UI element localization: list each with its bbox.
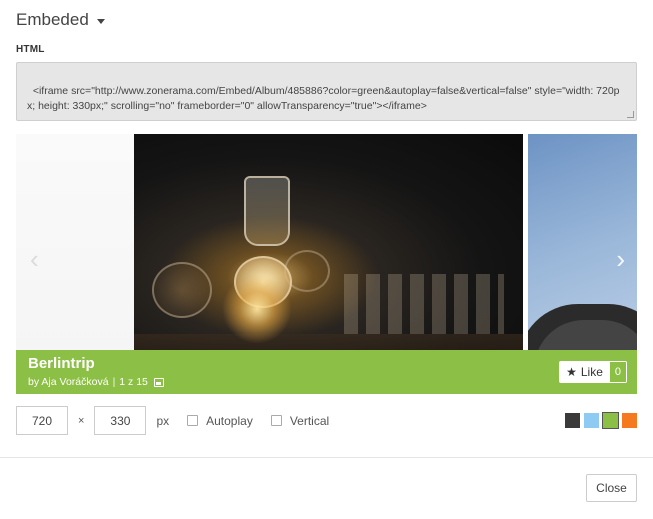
like-count: 0 <box>608 361 627 383</box>
color-swatch-dark[interactable] <box>565 413 580 428</box>
embed-options: × px Autoplay Vertical <box>16 406 637 435</box>
width-input[interactable] <box>16 406 68 435</box>
times-sign: × <box>78 414 85 427</box>
photo-counter: 1 z 15 <box>119 376 148 388</box>
embed-type-title: Embeded <box>16 10 89 29</box>
album-author[interactable]: by Aja Voráčková <box>28 376 109 388</box>
height-input[interactable] <box>94 406 147 435</box>
autoplay-checkbox[interactable]: Autoplay <box>187 414 253 428</box>
color-swatches <box>565 412 637 429</box>
chevron-right-icon[interactable]: › <box>616 246 625 272</box>
color-swatch-blue[interactable] <box>584 413 599 428</box>
vertical-label: Vertical <box>289 413 330 428</box>
resize-handle-icon[interactable] <box>627 111 634 118</box>
photos-icon <box>153 377 164 387</box>
footer-divider <box>0 457 653 458</box>
vertical-checkbox[interactable]: Vertical <box>270 413 330 428</box>
like-label: Like <box>580 365 603 379</box>
autoplay-checkbox-box[interactable] <box>187 415 199 426</box>
photo-siphon-top <box>244 176 290 246</box>
photo-glasses <box>344 274 504 334</box>
html-label: HTML <box>16 44 45 55</box>
star-icon: ★ <box>566 365 577 379</box>
album-info-bar: Berlintrip by Aja Voráčková | 1 z 15 ★ L… <box>16 350 637 394</box>
chevron-left-icon[interactable]: ‹ <box>30 246 39 272</box>
like-button[interactable]: ★ Like 0 <box>559 361 627 383</box>
vertical-checkbox-box[interactable] <box>270 415 282 426</box>
close-button[interactable]: Close <box>586 474 637 502</box>
color-swatch-orange[interactable] <box>622 413 637 428</box>
caret-down-icon <box>96 18 105 24</box>
embed-type-dropdown[interactable]: Embeded <box>16 10 105 30</box>
album-title[interactable]: Berlintrip <box>28 355 95 372</box>
album-meta: by Aja Voráčková | 1 z 15 <box>28 376 164 388</box>
gallery-preview: ‹ › Berlintrip by Aja Voráčková | 1 z 15… <box>16 134 637 394</box>
embed-code-textarea[interactable]: <iframe src="http://www.zonerama.com/Emb… <box>16 62 637 121</box>
autoplay-label: Autoplay <box>206 413 253 428</box>
photo-siphon-left <box>152 262 212 318</box>
color-swatch-green[interactable] <box>602 412 619 429</box>
embed-code-text: <iframe src="http://www.zonerama.com/Emb… <box>27 85 620 112</box>
unit-label: px <box>156 413 170 428</box>
photo-flame-glow <box>222 274 292 344</box>
meta-separator: | <box>112 376 116 388</box>
like-button-main[interactable]: ★ Like <box>559 361 609 383</box>
